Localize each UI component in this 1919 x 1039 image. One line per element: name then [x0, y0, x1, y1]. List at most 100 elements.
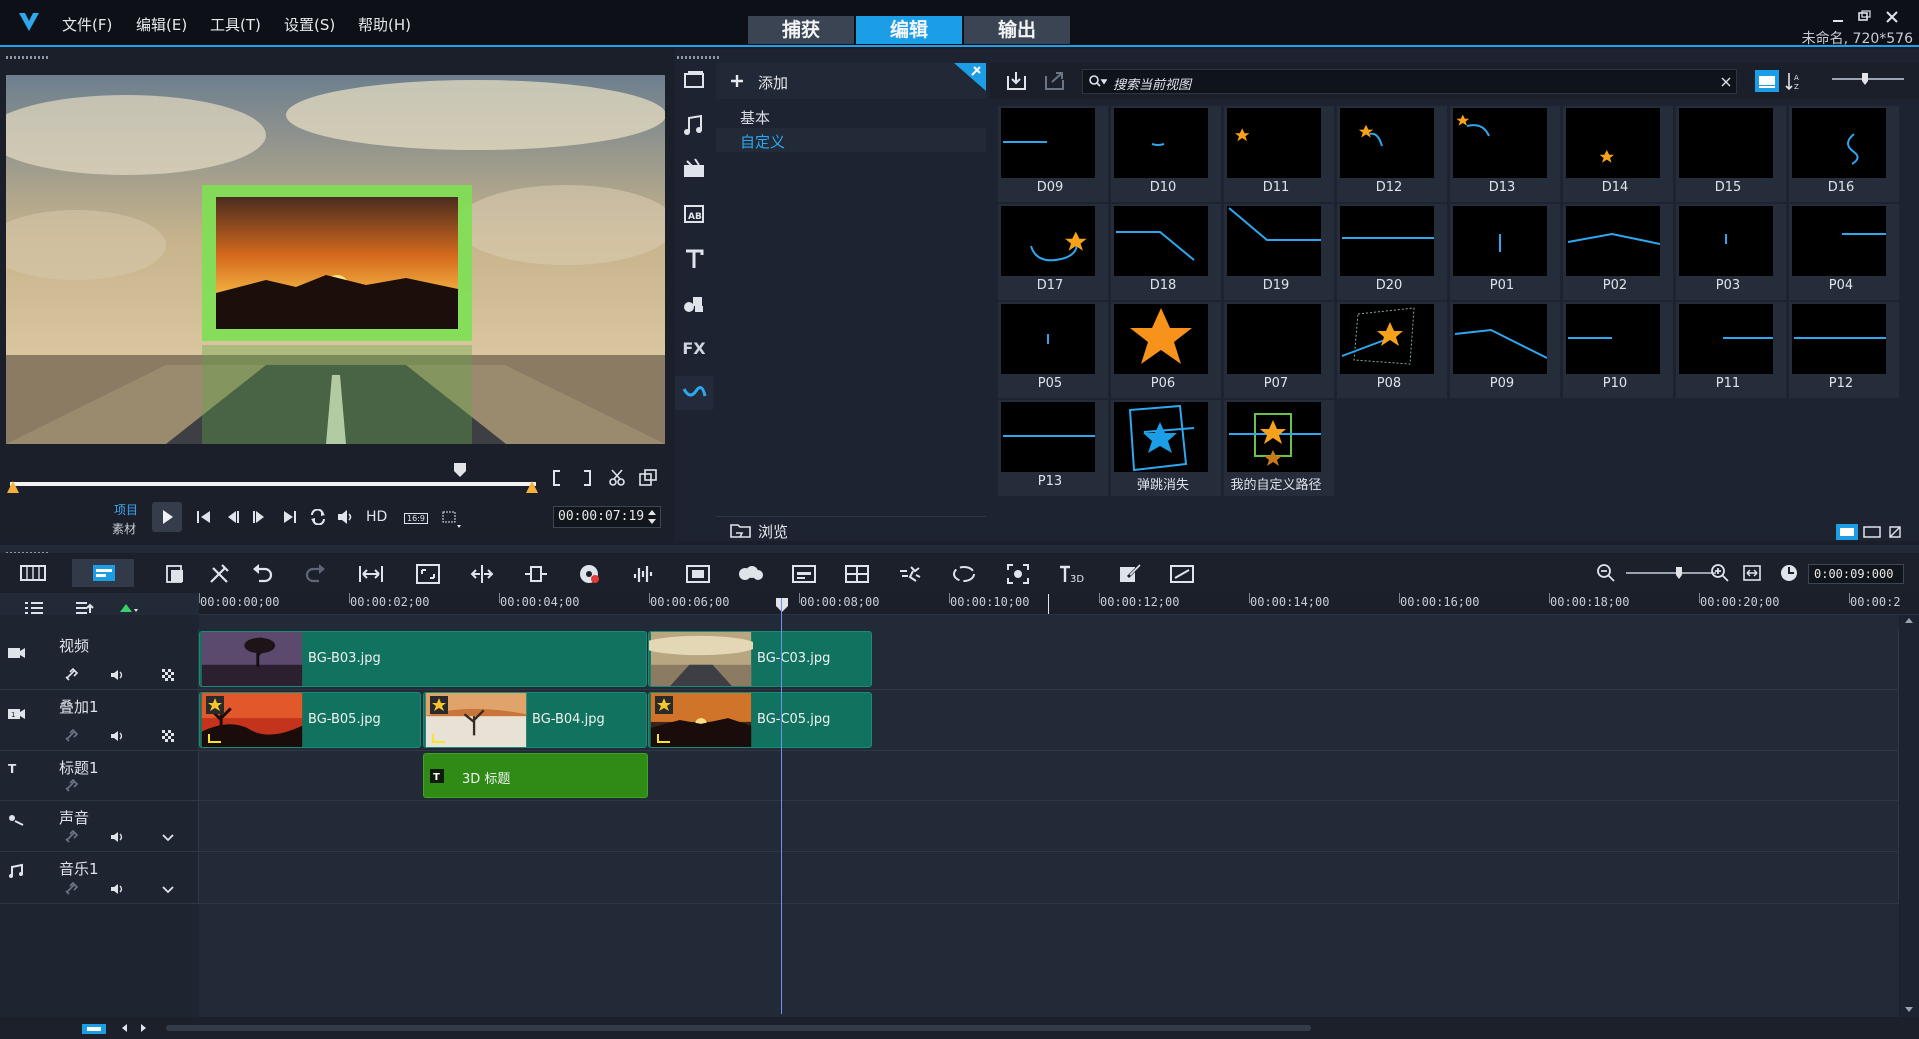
tools-icon[interactable]	[208, 563, 230, 585]
panel-grip[interactable]	[6, 56, 50, 59]
path-thumbnail[interactable]: D09	[998, 106, 1108, 202]
multi-camera-icon[interactable]	[792, 563, 816, 585]
title-clip[interactable]: T 3D 标题	[423, 753, 648, 798]
track-header[interactable]: 1 叠加1	[0, 690, 199, 751]
path-thumbnail[interactable]: P07	[1224, 302, 1334, 398]
path-thumbnail[interactable]: D19	[1224, 204, 1334, 300]
path-thumbnail[interactable]: P12	[1789, 302, 1899, 398]
scroll-right-icon[interactable]	[140, 1023, 148, 1033]
mark-in-handle[interactable]	[7, 481, 19, 493]
menu-tools[interactable]: 工具(T)	[210, 14, 261, 35]
scroll-up-icon[interactable]	[1905, 617, 1913, 625]
path-thumbnail[interactable]: D12	[1337, 106, 1447, 202]
track-name[interactable]: 标题1	[59, 757, 99, 778]
path-thumbnail[interactable]: D10	[1111, 106, 1221, 202]
timecode-stepper[interactable]	[647, 507, 657, 527]
path-thumbnail[interactable]: D13	[1450, 106, 1560, 202]
hd-preview-toggle[interactable]: HD	[366, 509, 387, 525]
previous-frame-icon[interactable]	[225, 510, 241, 524]
folder-custom[interactable]: 自定义	[740, 131, 785, 152]
expand-track-icon[interactable]	[162, 834, 174, 842]
undo-icon[interactable]	[251, 563, 273, 585]
horizontal-scroll-thumb[interactable]	[166, 1025, 1311, 1031]
link-icon[interactable]	[64, 779, 80, 793]
panel-grip[interactable]	[677, 56, 721, 59]
track-name[interactable]: 声音	[59, 807, 89, 828]
track-transparency-icon[interactable]	[161, 729, 175, 743]
timecode-display[interactable]: 00:00:07:19	[553, 506, 661, 528]
zoom-out-icon[interactable]	[1596, 563, 1616, 583]
track-name[interactable]: 音乐1	[59, 858, 99, 879]
sort-icon[interactable]: AZ	[1785, 71, 1803, 91]
scrub-bar[interactable]	[10, 482, 536, 486]
folder-custom-row[interactable]: 自定义	[716, 128, 986, 152]
restore-icon[interactable]	[1858, 10, 1871, 21]
path-icon[interactable]	[675, 376, 713, 410]
mark-out-icon[interactable]	[581, 470, 593, 486]
close-icon[interactable]	[1886, 11, 1898, 23]
loop-icon[interactable]	[952, 563, 976, 585]
redo-icon[interactable]	[305, 563, 327, 585]
mute-icon[interactable]	[110, 882, 126, 896]
subtitle-editor-icon[interactable]	[738, 563, 764, 585]
path-thumbnail[interactable]: 弹跳消失	[1111, 400, 1221, 496]
path-thumbnail[interactable]: P09	[1450, 302, 1560, 398]
path-thumbnail[interactable]: D17	[998, 204, 1108, 300]
tab-edit[interactable]: 编辑	[856, 16, 962, 44]
clear-search-icon[interactable]	[1721, 77, 1731, 87]
timeline-clip[interactable]: BG-B03.jpg	[199, 631, 647, 687]
mode-clip[interactable]: 素材	[112, 520, 136, 537]
scrubber-handle[interactable]	[453, 462, 467, 478]
folder-basic[interactable]: 基本	[740, 107, 770, 128]
volume-icon[interactable]	[337, 509, 355, 525]
path-thumbnail[interactable]: P13	[998, 400, 1108, 496]
path-thumbnail[interactable]: P05	[998, 302, 1108, 398]
next-frame-icon[interactable]	[251, 510, 267, 524]
mode-project[interactable]: 项目	[114, 501, 138, 518]
import-media-icon[interactable]	[1006, 70, 1028, 92]
link-icon[interactable]	[64, 882, 80, 896]
speed-icon[interactable]	[898, 563, 924, 585]
add-folder-row[interactable]: 添加	[716, 63, 986, 99]
track-manager-icon[interactable]	[164, 563, 186, 585]
chapter-point-icon[interactable]	[75, 600, 95, 616]
library-view-buttons[interactable]	[1836, 524, 1906, 540]
tab-capture[interactable]: 捕获	[748, 16, 854, 44]
split-clip-icon[interactable]	[608, 469, 626, 487]
path-thumbnail[interactable]: P01	[1450, 204, 1560, 300]
path-thumbnail[interactable]: P08	[1337, 302, 1447, 398]
browse-label[interactable]: 浏览	[758, 521, 788, 542]
path-thumbnail[interactable]: P06	[1111, 302, 1221, 398]
list-view-icon[interactable]	[1755, 70, 1779, 92]
3d-title-icon[interactable]: 3D	[1058, 563, 1086, 585]
fit-window-icon[interactable]	[1743, 564, 1763, 582]
ripple-edit-icon[interactable]	[470, 563, 494, 585]
link-icon[interactable]	[64, 729, 80, 743]
folder-open-icon[interactable]	[730, 523, 752, 539]
scroll-left-icon[interactable]	[120, 1023, 128, 1033]
play-button[interactable]	[152, 502, 182, 532]
zoom-level-icon[interactable]	[82, 1024, 106, 1034]
title-icon[interactable]: AB	[675, 197, 713, 231]
horizontal-scrollbar[interactable]	[0, 1017, 1919, 1039]
project-duration-icon[interactable]	[1779, 563, 1799, 583]
path-thumbnail[interactable]: D15	[1676, 106, 1786, 202]
path-thumbnail[interactable]: D14	[1563, 106, 1673, 202]
mark-in-icon[interactable]	[551, 470, 563, 486]
window-controls[interactable]	[1831, 10, 1901, 24]
thumbnail-size-slider[interactable]	[1832, 72, 1904, 86]
track-header[interactable]: 音乐1	[0, 852, 199, 904]
path-thumbnail[interactable]: D11	[1224, 106, 1334, 202]
paint-icon[interactable]	[1118, 563, 1142, 585]
scroll-down-icon[interactable]	[1905, 1005, 1913, 1013]
menu-settings[interactable]: 设置(S)	[284, 14, 335, 35]
menu-file[interactable]: 文件(F)	[62, 14, 112, 35]
home-icon[interactable]	[196, 510, 212, 524]
mute-icon[interactable]	[110, 729, 126, 743]
split-screen-icon[interactable]	[845, 563, 869, 585]
menu-help[interactable]: 帮助(H)	[358, 14, 411, 35]
path-thumbnail[interactable]: P04	[1789, 204, 1899, 300]
mute-icon[interactable]	[110, 830, 126, 844]
link-icon[interactable]	[64, 668, 80, 682]
export-icon[interactable]	[1044, 70, 1066, 92]
